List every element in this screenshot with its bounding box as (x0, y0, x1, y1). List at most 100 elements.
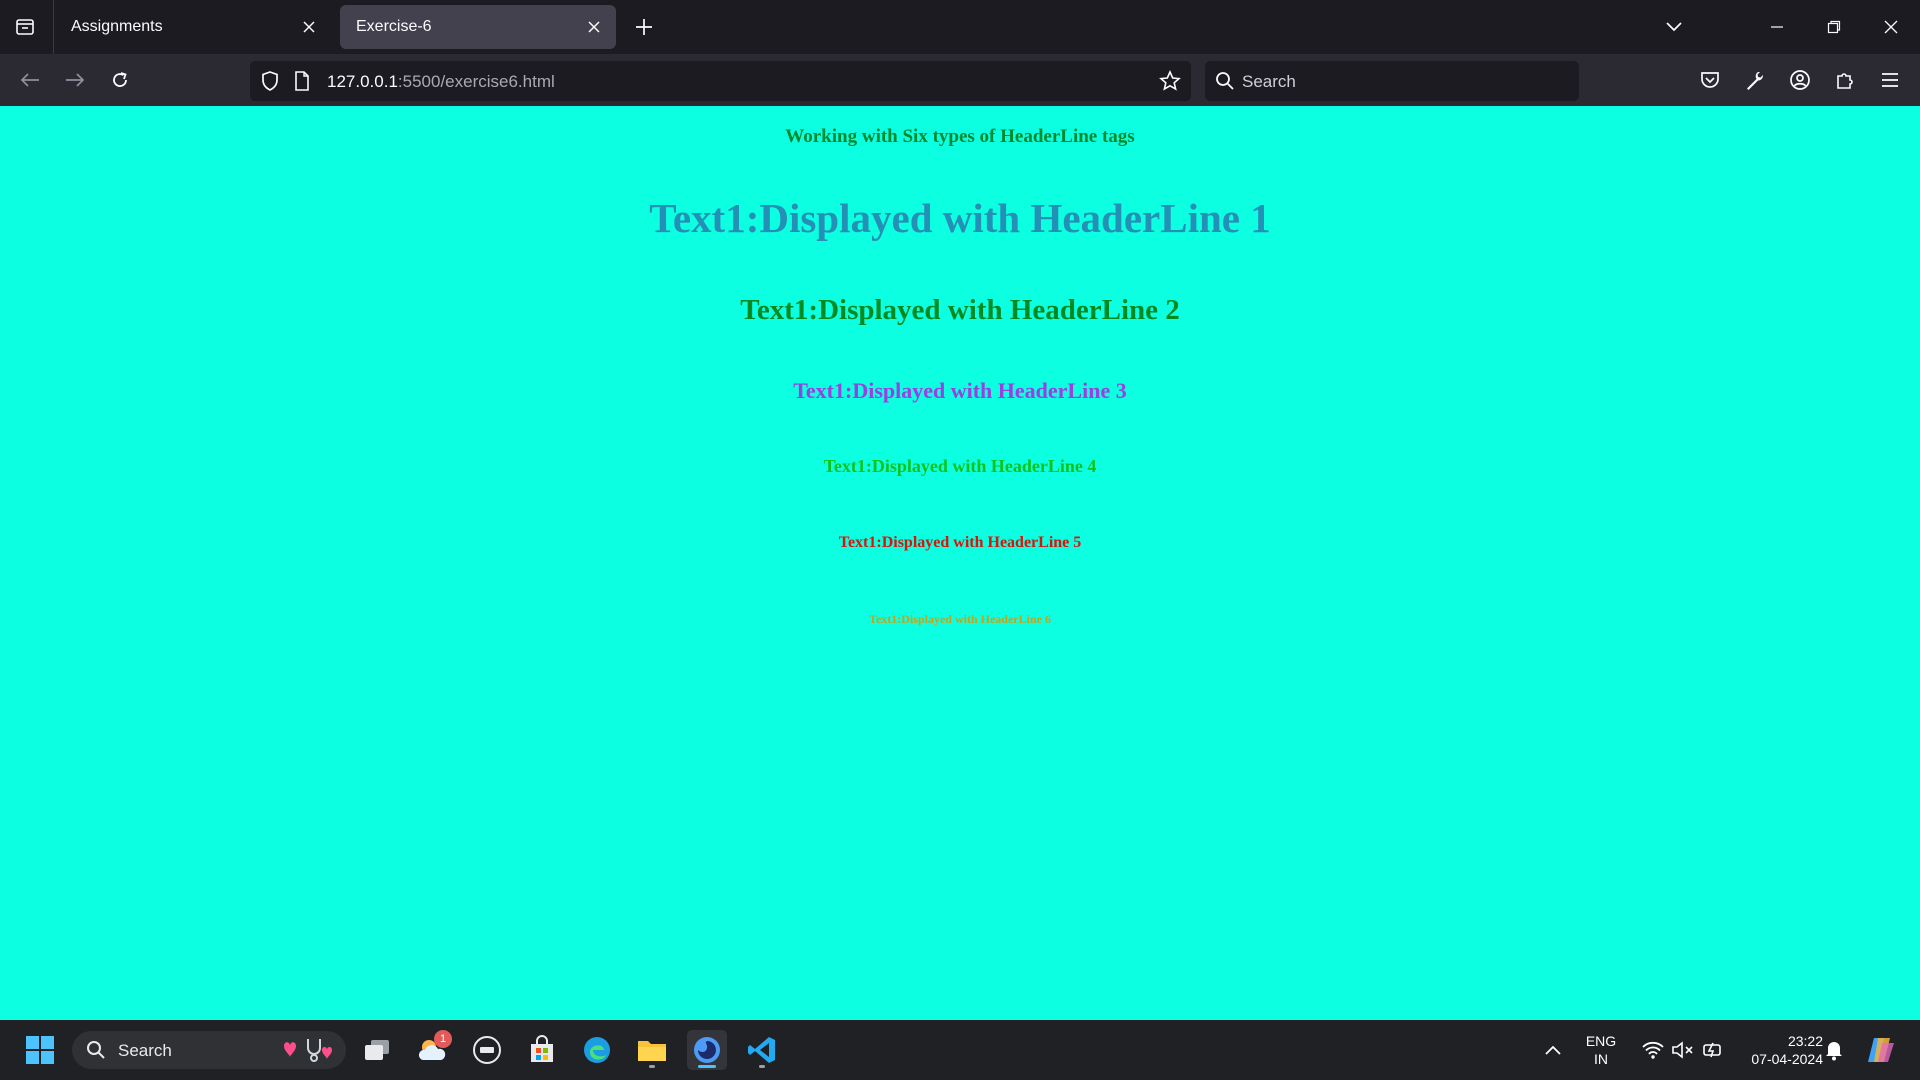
reload-icon (113, 72, 127, 87)
heading-6: Text1:Displayed with HeaderLine 6 (869, 612, 1051, 626)
tab-exercise-6[interactable]: Exercise-6 (340, 5, 616, 49)
copilot-icon (1868, 1038, 1894, 1062)
file-explorer-button[interactable] (632, 1030, 672, 1070)
search-icon (86, 1040, 106, 1065)
show-hidden-icons-button[interactable] (1533, 1030, 1573, 1070)
list-all-tabs-button[interactable] (1657, 10, 1691, 44)
tab-title: Exercise-6 (356, 18, 432, 35)
reload-button[interactable] (104, 64, 136, 96)
app-menu-button[interactable] (1874, 64, 1906, 96)
search-icon (1215, 71, 1235, 96)
minimize-button[interactable] (1760, 10, 1794, 44)
account-button[interactable] (1784, 64, 1816, 96)
close-icon (1884, 20, 1898, 34)
wifi-icon (1642, 1041, 1664, 1059)
page-intro-heading: Working with Six types of HeaderLine tag… (785, 126, 1135, 147)
input-language-button[interactable]: ENG IN (1578, 1032, 1624, 1068)
clock-button[interactable]: 23:22 07-04-2024 (1733, 1032, 1823, 1068)
restore-button[interactable] (1817, 10, 1851, 44)
microsoft-store-button[interactable] (522, 1030, 562, 1070)
heading-5: Text1:Displayed with HeaderLine 5 (838, 534, 1082, 551)
navigation-toolbar: 127.0.0.1:5500/exercise6.html Search (0, 54, 1920, 106)
arrow-right-icon (66, 73, 85, 87)
shield-icon (262, 71, 278, 91)
stethoscope-hearts-icon (278, 1036, 340, 1069)
url-host: 127.0.0.1 (327, 72, 398, 91)
extensions-button[interactable] (1829, 64, 1861, 96)
battery-charging-icon (1703, 1042, 1721, 1058)
pocket-button[interactable] (1694, 64, 1726, 96)
firefox-icon (694, 1037, 720, 1063)
taskbar-search-label: Search (118, 1041, 172, 1060)
minimize-icon (1771, 26, 1783, 28)
pocket-icon (1701, 72, 1719, 88)
search-placeholder: Search (1242, 72, 1296, 91)
puzzle-icon (1837, 73, 1853, 89)
firefox-view-icon (16, 19, 34, 35)
taskbar-search[interactable]: Search (72, 1031, 346, 1069)
heading-2: Text1:Displayed with HeaderLine 2 (740, 294, 1180, 326)
chevron-down-icon (1666, 22, 1682, 32)
region-label: IN (1594, 1051, 1608, 1067)
wrench-icon (1747, 72, 1764, 90)
bookmark-button[interactable] (1159, 70, 1181, 97)
account-icon (1790, 70, 1810, 90)
forward-button[interactable] (59, 64, 91, 96)
widgets-button[interactable]: 1 (412, 1030, 452, 1070)
vscode-icon (748, 1037, 775, 1063)
edge-icon (584, 1037, 610, 1063)
windows-logo-icon (26, 1036, 54, 1064)
search-bar[interactable]: Search (1205, 61, 1579, 101)
tab-assignments[interactable]: Assignments (55, 5, 331, 49)
quick-settings-button[interactable] (1633, 1030, 1733, 1070)
plus-icon (636, 19, 652, 35)
taskbar: Search 1 ENG IN 23:22 07-04-2024 (0, 1020, 1920, 1080)
store-icon (531, 1035, 553, 1062)
running-indicator (649, 1065, 655, 1068)
developer-tools-button[interactable] (1739, 64, 1771, 96)
back-button[interactable] (14, 64, 46, 96)
title-bar: Assignments Exercise-6 (0, 0, 1920, 54)
tracking-protection-button[interactable] (260, 70, 280, 97)
start-button[interactable] (20, 1030, 60, 1070)
star-icon (1159, 70, 1181, 91)
language-label: ENG (1585, 1033, 1617, 1049)
vscode-button[interactable] (742, 1030, 782, 1070)
firefox-view-button[interactable] (10, 12, 40, 42)
active-indicator (698, 1065, 716, 1068)
page-icon (295, 71, 309, 91)
clock-date: 07-04-2024 (1751, 1051, 1823, 1067)
tab-close-button[interactable] (297, 15, 321, 39)
firefox-button[interactable] (687, 1030, 727, 1070)
tab-separator (53, 0, 54, 54)
arrow-left-icon (20, 73, 39, 87)
dell-logo-icon (473, 1036, 501, 1064)
heading-3: Text1:Displayed with HeaderLine 3 (793, 378, 1127, 403)
running-indicator (759, 1065, 765, 1068)
new-tab-button[interactable] (630, 13, 658, 41)
page-content: Working with Six types of HeaderLine tag… (0, 106, 1920, 1020)
site-info-button[interactable] (294, 71, 310, 96)
heading-1: Text1:Displayed with HeaderLine 1 (649, 195, 1271, 241)
close-icon (303, 21, 315, 33)
url-path: :5500/exercise6.html (397, 72, 555, 91)
clock-time: 23:22 (1787, 1033, 1823, 1049)
tab-close-button[interactable] (582, 15, 606, 39)
edge-button[interactable] (577, 1030, 617, 1070)
close-window-button[interactable] (1874, 10, 1908, 44)
task-view-icon (365, 1040, 389, 1060)
dell-app-button[interactable] (467, 1030, 507, 1070)
hamburger-icon (1882, 73, 1898, 87)
notifications-button[interactable] (1816, 1030, 1852, 1070)
heading-4: Text1:Displayed with HeaderLine 4 (823, 456, 1097, 476)
task-view-button[interactable] (357, 1030, 397, 1070)
url-text[interactable]: 127.0.0.1:5500/exercise6.html (327, 72, 555, 92)
restore-icon (1827, 20, 1841, 34)
address-bar[interactable]: 127.0.0.1:5500/exercise6.html (250, 61, 1191, 101)
tab-title: Assignments (71, 18, 163, 35)
copilot-button[interactable] (1860, 1030, 1900, 1070)
volume-muted-icon (1672, 1041, 1693, 1059)
chevron-up-icon (1545, 1045, 1561, 1055)
bell-icon (1826, 1042, 1842, 1061)
folder-icon (638, 1041, 666, 1061)
